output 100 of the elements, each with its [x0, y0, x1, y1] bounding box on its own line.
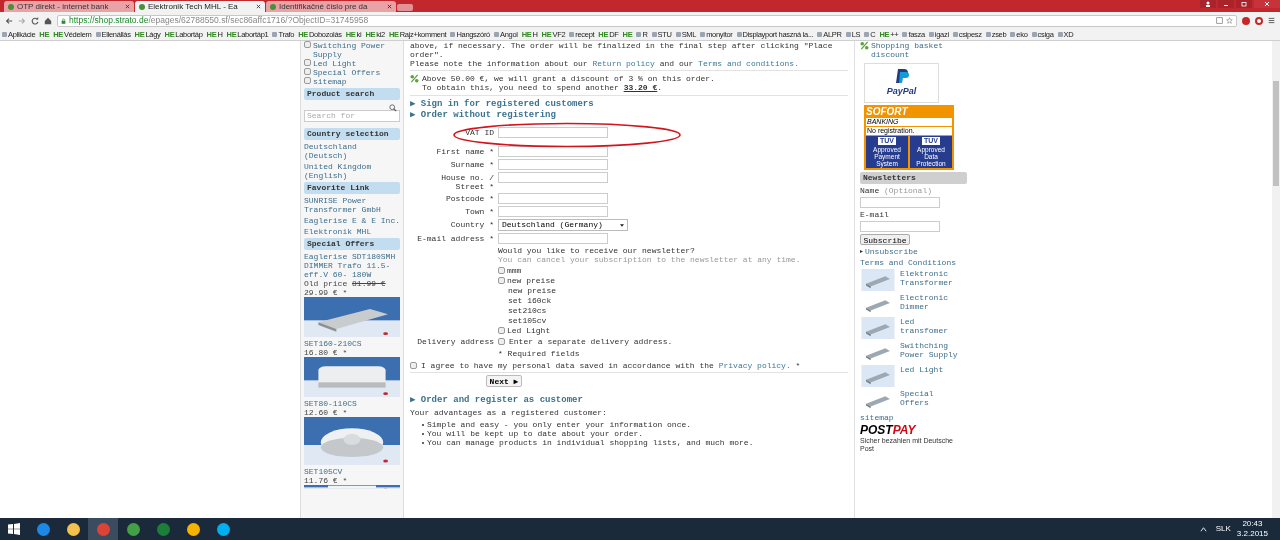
- option-label: set210cs: [508, 306, 548, 315]
- input-field[interactable]: [498, 146, 608, 157]
- forward-icon[interactable]: [18, 16, 26, 25]
- checkbox[interactable]: [410, 362, 417, 369]
- scrollbar[interactable]: [1272, 41, 1280, 518]
- close-icon[interactable]: [1254, 0, 1280, 8]
- star-icon[interactable]: [1226, 17, 1233, 24]
- input-field[interactable]: [498, 233, 608, 244]
- nav-link[interactable]: Special Offers: [313, 68, 381, 77]
- section-link[interactable]: ▶ Order and register as customer: [410, 395, 848, 405]
- return-policy-link[interactable]: Return policy: [592, 59, 655, 68]
- favicon-icon: [2, 32, 7, 37]
- checkbox[interactable]: [498, 277, 505, 284]
- reload-icon[interactable]: [31, 16, 39, 25]
- next-button[interactable]: Next ▶: [486, 375, 522, 387]
- category-link[interactable]: Elektronic Transformer: [900, 269, 967, 287]
- back-icon[interactable]: [5, 16, 13, 25]
- language-indicator[interactable]: SLK: [1215, 523, 1231, 535]
- subscribe-button[interactable]: Subscribe: [860, 234, 910, 245]
- basket-discount-link[interactable]: Shopping basket discount: [871, 41, 967, 59]
- input-field[interactable]: [498, 159, 608, 170]
- category-link[interactable]: Led Light: [900, 365, 967, 374]
- start-icon[interactable]: [8, 523, 20, 535]
- home-icon[interactable]: [44, 16, 52, 25]
- translate-icon[interactable]: [1216, 17, 1223, 24]
- email-label: E-mail: [860, 210, 890, 219]
- favicon-icon: [952, 32, 958, 37]
- terms-link[interactable]: Terms and conditions.: [698, 59, 799, 68]
- favorite-link[interactable]: Elektronik MHL: [304, 227, 400, 236]
- advantages-text: Your advantages as a registered customer:: [410, 408, 608, 417]
- address-bar[interactable]: https://shop.strato.de/epages/62788550.sf/sec86affc1716/?ObjectID=31745958: [57, 14, 1237, 27]
- clock[interactable]: 20:43 3.2.2015: [1236, 519, 1268, 539]
- country-select[interactable]: Deutschland (Germany): [498, 219, 628, 231]
- close-icon[interactable]: [125, 4, 130, 9]
- browser-tab[interactable]: Identifikačné číslo pre da: [266, 1, 396, 12]
- privacy-link[interactable]: Privacy policy.: [718, 361, 791, 370]
- consent-text: I agree to have my personal data saved in accordance with the Privacy policy. *: [421, 361, 801, 370]
- checkbox[interactable]: [498, 338, 505, 345]
- minimize-icon[interactable]: [1218, 0, 1234, 8]
- country-link[interactable]: Deutschland (Deutsch): [304, 142, 400, 160]
- user-icon[interactable]: [1200, 0, 1216, 8]
- search-icon[interactable]: [389, 104, 397, 112]
- country-link[interactable]: United Kingdom (English): [304, 162, 400, 180]
- category-link[interactable]: Special Offers: [900, 389, 967, 407]
- sidebar-heading: Country selection: [304, 128, 400, 140]
- nav-link[interactable]: sitemap: [313, 77, 347, 86]
- nav-bullet-icon[interactable]: [304, 77, 311, 84]
- checkbox[interactable]: [498, 327, 505, 334]
- field-label: Delivery address: [416, 337, 494, 346]
- close-icon[interactable]: [387, 4, 392, 9]
- browser-tab[interactable]: Elektronik Tech MHL - Ea: [135, 1, 265, 12]
- product-price: 29.99 € *: [304, 288, 349, 297]
- nav-bullet-icon[interactable]: [304, 41, 311, 48]
- nav-bullet-icon[interactable]: [304, 68, 311, 75]
- category-link[interactable]: Led transfomer: [900, 317, 967, 335]
- sitemap-link[interactable]: sitemap: [860, 413, 967, 422]
- input-field[interactable]: [498, 193, 608, 204]
- menu-icon[interactable]: [1268, 17, 1275, 24]
- section-link[interactable]: ▶ Order without registering: [410, 110, 848, 120]
- search-field[interactable]: Search for: [304, 110, 400, 122]
- input-field[interactable]: [860, 197, 940, 208]
- field-label: House no. / Street *: [440, 172, 494, 191]
- input-field[interactable]: [498, 172, 608, 183]
- sidebar-heading: Product search: [304, 88, 400, 100]
- intro-text: above, if necessary. The order will be finalized in the final step after clicking "Place order".: [410, 41, 834, 59]
- input-field[interactable]: [860, 221, 940, 232]
- terms-link[interactable]: Terms and Conditions: [860, 258, 967, 267]
- caret-icon: [620, 223, 624, 227]
- section-link[interactable]: ▶ Sign in for registered customers: [410, 99, 848, 109]
- input-field[interactable]: [498, 127, 608, 138]
- nav-link[interactable]: Switching Power Supply: [313, 41, 400, 59]
- input-field[interactable]: [498, 206, 608, 217]
- product-name[interactable]: Eaglerise SDT180SMH DIMMER Trafo 11.5-eff.V 60- 180W: [304, 252, 400, 279]
- checkbox[interactable]: [498, 267, 505, 274]
- product-name[interactable]: SET80-110CS: [304, 399, 400, 408]
- product-name[interactable]: SET105CV: [304, 467, 400, 476]
- favicon-icon: [651, 32, 657, 37]
- favicon-icon: [845, 32, 851, 37]
- paypal-logo: PayPal: [864, 63, 939, 103]
- close-icon[interactable]: [256, 4, 261, 9]
- option-label: new preise: [508, 286, 557, 295]
- favorite-link[interactable]: Eaglerise E & E Inc.: [304, 216, 400, 225]
- new-tab-button[interactable]: [397, 4, 413, 11]
- favicon-icon: [450, 32, 456, 37]
- favicon-icon: [817, 32, 823, 37]
- scrollbar-thumb[interactable]: [1273, 81, 1279, 186]
- nav-bullet-icon[interactable]: [304, 59, 311, 66]
- sidebar-heading: Favorite Link: [304, 182, 400, 194]
- field-label: Surname *: [449, 159, 494, 169]
- category-link[interactable]: Swithching Power Supply: [900, 341, 967, 359]
- favicon-icon: [985, 32, 991, 37]
- nav-link[interactable]: Led Light: [313, 59, 357, 68]
- category-link[interactable]: Electronic Dimmer: [900, 293, 967, 311]
- restore-icon[interactable]: [1236, 0, 1252, 8]
- favorite-link[interactable]: SUNRISE Power Transformer GmbH: [304, 196, 400, 214]
- tray-icon[interactable]: [1199, 525, 1207, 533]
- unsubscribe-link[interactable]: Unsubscribe: [865, 247, 918, 256]
- product-name[interactable]: SET160-210CS: [304, 339, 400, 348]
- arrow-icon: [860, 250, 863, 253]
- browser-tab[interactable]: OTP direkt - internet bank: [4, 1, 134, 12]
